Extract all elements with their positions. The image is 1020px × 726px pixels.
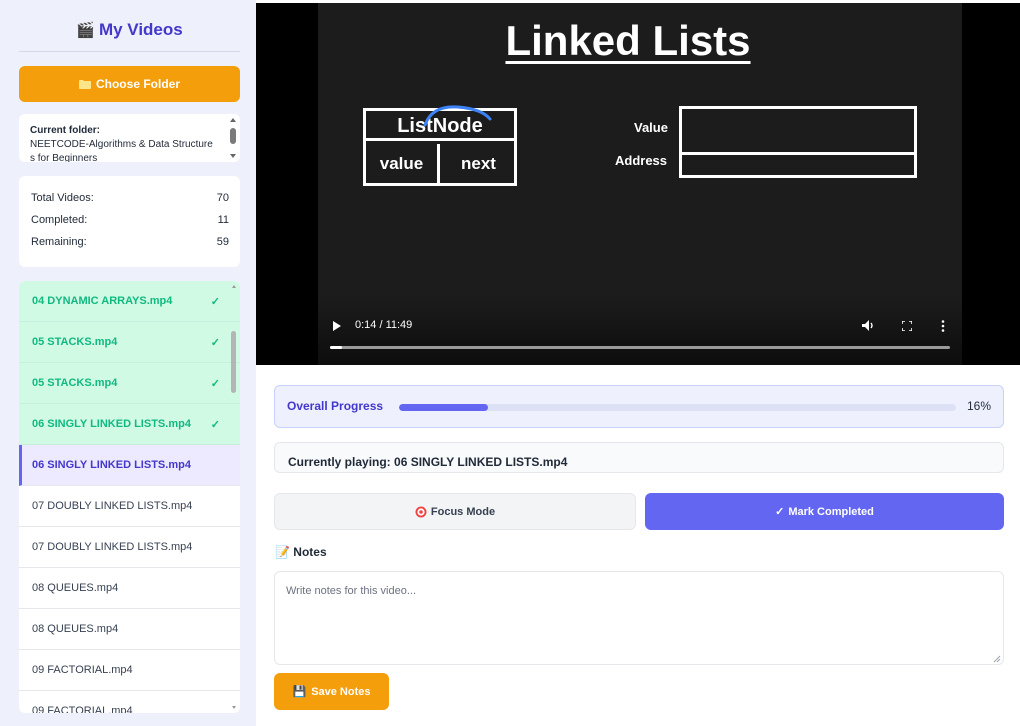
save-notes-button[interactable]: 💾 Save Notes: [274, 673, 389, 710]
check-icon: ✓: [210, 295, 220, 308]
video-list-item[interactable]: 08 QUEUES.mp4: [19, 609, 240, 650]
overall-progress-bar: [399, 404, 956, 411]
scroll-thumb[interactable]: [231, 331, 236, 393]
video-list: 04 DYNAMIC ARRAYS.mp4 ✓ 05 STACKS.mp4 ✓ 05 S…: [19, 281, 240, 713]
folder-icon: [78, 80, 91, 89]
sidebar: 🎬 My Videos Choose Folder Current folder:…: [0, 0, 256, 726]
video-list-item[interactable]: 04 DYNAMIC ARRAYS.mp4 ✓: [19, 281, 240, 322]
video-list-item[interactable]: 05 STACKS.mp4 ✓: [19, 322, 240, 363]
video-title: 05 STACKS.mp4: [32, 377, 118, 389]
seek-bar[interactable]: [330, 346, 950, 349]
stat-value: 11: [217, 214, 229, 226]
check-icon: ✓: [210, 336, 220, 349]
slide-title: Linked Lists: [318, 17, 938, 65]
memory-diagram: [679, 106, 917, 178]
scroll-up-icon[interactable]: [230, 118, 236, 122]
mark-completed-label: Mark Completed: [788, 505, 874, 518]
video-title: 09 FACTORIAL.mp4: [32, 705, 133, 713]
video-list-item[interactable]: 05 STACKS.mp4 ✓: [19, 363, 240, 404]
fullscreen-icon[interactable]: [902, 321, 912, 331]
clapperboard-icon: 🎬: [76, 22, 95, 39]
seek-bar-played: [330, 346, 343, 349]
choose-folder-button[interactable]: Choose Folder: [19, 66, 240, 102]
video-time: 0:14 / 11:49: [355, 319, 413, 331]
mark-completed-button[interactable]: ✓ Mark Completed: [645, 493, 1004, 530]
scroll-thumb[interactable]: [230, 128, 236, 144]
listnode-value-label: value: [366, 144, 440, 183]
stat-row: Completed: 11: [31, 213, 229, 235]
stats-box: Total Videos: 70 Completed: 11 Remaining: 59: [19, 176, 240, 267]
volume-icon[interactable]: [862, 320, 875, 331]
video-title: 07 DOUBLY LINKED LISTS.mp4: [32, 541, 193, 553]
video-list-item[interactable]: 08 QUEUES.mp4: [19, 568, 240, 609]
floppy-disk-icon: 💾: [292, 686, 307, 698]
check-icon: ✓: [775, 506, 785, 518]
listnode-next-label: next: [461, 154, 496, 173]
stat-label: Completed:: [31, 214, 88, 226]
now-playing-text: Currently playing: 06 SINGLY LINKED LIST…: [288, 455, 568, 469]
memo-icon: 📝: [275, 545, 290, 559]
video-list-item[interactable]: 07 DOUBLY LINKED LISTS.mp4: [19, 527, 240, 568]
stat-value: 59: [216, 236, 229, 248]
memory-address-label: Address: [615, 153, 668, 168]
video-title: 06 SINGLY LINKED LISTS.mp4: [32, 418, 191, 430]
video-frame[interactable]: Linked Lists ListNode value next Value A…: [318, 3, 962, 365]
play-icon[interactable]: [333, 321, 341, 331]
video-title: 06 SINGLY LINKED LISTS.mp4: [32, 459, 191, 471]
video-list-item[interactable]: 09 FACTORIAL.mp4: [19, 650, 240, 691]
focus-mode-button[interactable]: Focus Mode: [274, 493, 636, 530]
check-icon: ✓: [210, 377, 220, 390]
choose-folder-label: Choose Folder: [95, 77, 180, 91]
resize-handle-icon[interactable]: [993, 655, 1001, 663]
video-title: 07 DOUBLY LINKED LISTS.mp4: [32, 500, 193, 512]
check-icon: ✓: [210, 418, 220, 431]
stat-label: Total Videos:: [31, 192, 94, 204]
current-folder-box: Current folder: NEETCODE-Algorithms & Da…: [19, 114, 240, 162]
video-list-scrollbar[interactable]: [230, 281, 238, 713]
now-playing-card: Currently playing: 06 SINGLY LINKED LIST…: [274, 442, 1004, 473]
overall-progress-label: Overall Progress: [287, 399, 384, 413]
video-title: 08 QUEUES.mp4: [32, 582, 119, 594]
video-title: 08 QUEUES.mp4: [32, 623, 119, 635]
pen-stroke-annotation: [423, 105, 492, 127]
folder-scrollbar[interactable]: [229, 118, 237, 158]
video-player[interactable]: Linked Lists ListNode value next Value A…: [256, 3, 1020, 365]
video-title: 05 STACKS.mp4: [32, 336, 118, 348]
video-title: 09 FACTORIAL.mp4: [32, 664, 133, 676]
scroll-up-icon[interactable]: [232, 285, 236, 288]
scroll-down-icon[interactable]: [232, 706, 236, 709]
sidebar-title-text: My Videos: [98, 20, 183, 39]
notes-textarea[interactable]: [274, 571, 1004, 665]
stat-row: Remaining: 59: [31, 235, 229, 257]
save-notes-label: Save Notes: [311, 685, 371, 698]
more-options-icon[interactable]: [941, 320, 945, 332]
video-list-item[interactable]: 09 FACTORIAL.mp4: [19, 691, 240, 713]
video-list-item[interactable]: 06 SINGLY LINKED LISTS.mp4: [19, 445, 240, 486]
stat-value: 70: [216, 192, 229, 204]
notes-title-text: Notes: [293, 545, 327, 559]
slide-title-text: Linked Lists: [505, 17, 751, 64]
current-folder-value: NEETCODE-Algorithms & Data Structures fo…: [30, 139, 213, 162]
overall-progress-percent: 16%: [966, 399, 991, 413]
sidebar-title: 🎬 My Videos: [19, 14, 240, 52]
memory-divider: [682, 152, 914, 155]
overall-progress-fill: [399, 404, 489, 411]
video-title: 04 DYNAMIC ARRAYS.mp4: [32, 295, 173, 307]
scroll-down-icon[interactable]: [230, 154, 236, 158]
video-list-item[interactable]: 06 SINGLY LINKED LISTS.mp4 ✓: [19, 404, 240, 445]
memory-value-label: Value: [634, 120, 668, 135]
stat-row: Total Videos: 70: [31, 191, 229, 213]
overall-progress-card: Overall Progress 16%: [274, 385, 1004, 428]
target-icon: [415, 506, 427, 517]
video-list-item[interactable]: 07 DOUBLY LINKED LISTS.mp4: [19, 486, 240, 527]
focus-mode-label: Focus Mode: [430, 505, 496, 518]
stat-label: Remaining:: [31, 236, 87, 248]
current-folder-label: Current folder:: [30, 125, 100, 136]
notes-heading: 📝 Notes: [275, 545, 327, 559]
